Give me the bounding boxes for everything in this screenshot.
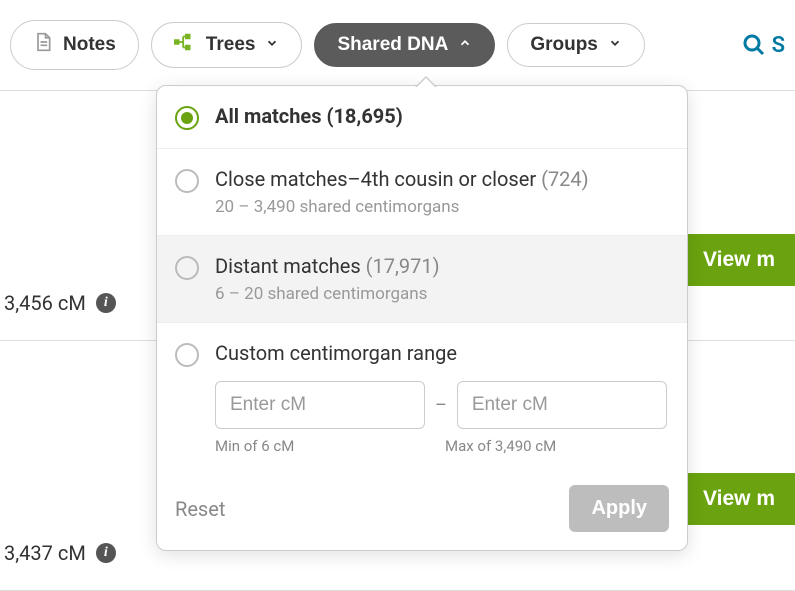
tree-icon: [174, 33, 196, 57]
notes-label: Notes: [63, 34, 116, 56]
shared-dna-label: Shared DNA: [337, 34, 448, 56]
groups-label: Groups: [530, 34, 598, 56]
trees-button[interactable]: Trees: [151, 22, 303, 68]
view-match-button[interactable]: View m: [683, 234, 795, 286]
search-partial-label: S: [772, 33, 785, 58]
radio-selected[interactable]: [175, 106, 199, 130]
max-hint: Max of 3,490 cM: [445, 437, 556, 455]
max-cm-input[interactable]: [457, 381, 667, 429]
shared-dna-button[interactable]: Shared DNA: [314, 23, 495, 67]
note-icon: [33, 31, 53, 59]
search-button[interactable]: S: [742, 33, 785, 58]
option-sublabel: 6 – 20 shared centimorgans: [215, 284, 669, 304]
info-icon[interactable]: i: [96, 293, 116, 313]
option-custom-range-section: Custom centimorgan range – Min of 6 cM M…: [157, 323, 687, 473]
trees-label: Trees: [206, 34, 256, 56]
range-dash: –: [435, 395, 447, 416]
shared-cm-value: 3,456 cM i: [4, 291, 116, 315]
filter-toolbar: Notes Trees Shared DNA Groups S: [0, 0, 795, 90]
view-match-button[interactable]: View m: [683, 473, 795, 525]
min-hint: Min of 6 cM: [215, 437, 435, 455]
option-custom-range[interactable]: Custom centimorgan range: [175, 341, 669, 381]
apply-button[interactable]: Apply: [569, 485, 669, 532]
groups-button[interactable]: Groups: [507, 23, 645, 67]
notes-button[interactable]: Notes: [10, 20, 139, 70]
option-close-matches[interactable]: Close matches–4th cousin or closer (724)…: [157, 149, 687, 236]
radio-unselected[interactable]: [175, 256, 199, 280]
info-icon[interactable]: i: [96, 543, 116, 563]
option-all-matches[interactable]: All matches (18,695): [157, 86, 687, 149]
radio-unselected[interactable]: [175, 169, 199, 193]
radio-unselected[interactable]: [175, 343, 199, 367]
option-sublabel: 20 – 3,490 shared centimorgans: [215, 197, 669, 217]
shared-cm-value: 3,437 cM i: [4, 541, 116, 565]
min-cm-input[interactable]: [215, 381, 425, 429]
reset-link[interactable]: Reset: [175, 497, 225, 521]
shared-dna-dropdown: All matches (18,695) Close matches–4th c…: [156, 85, 688, 551]
chevron-up-icon: [458, 34, 472, 56]
chevron-down-icon: [265, 34, 279, 56]
option-distant-matches[interactable]: Distant matches (17,971) 6 – 20 shared c…: [157, 236, 687, 323]
chevron-down-icon: [608, 34, 622, 56]
